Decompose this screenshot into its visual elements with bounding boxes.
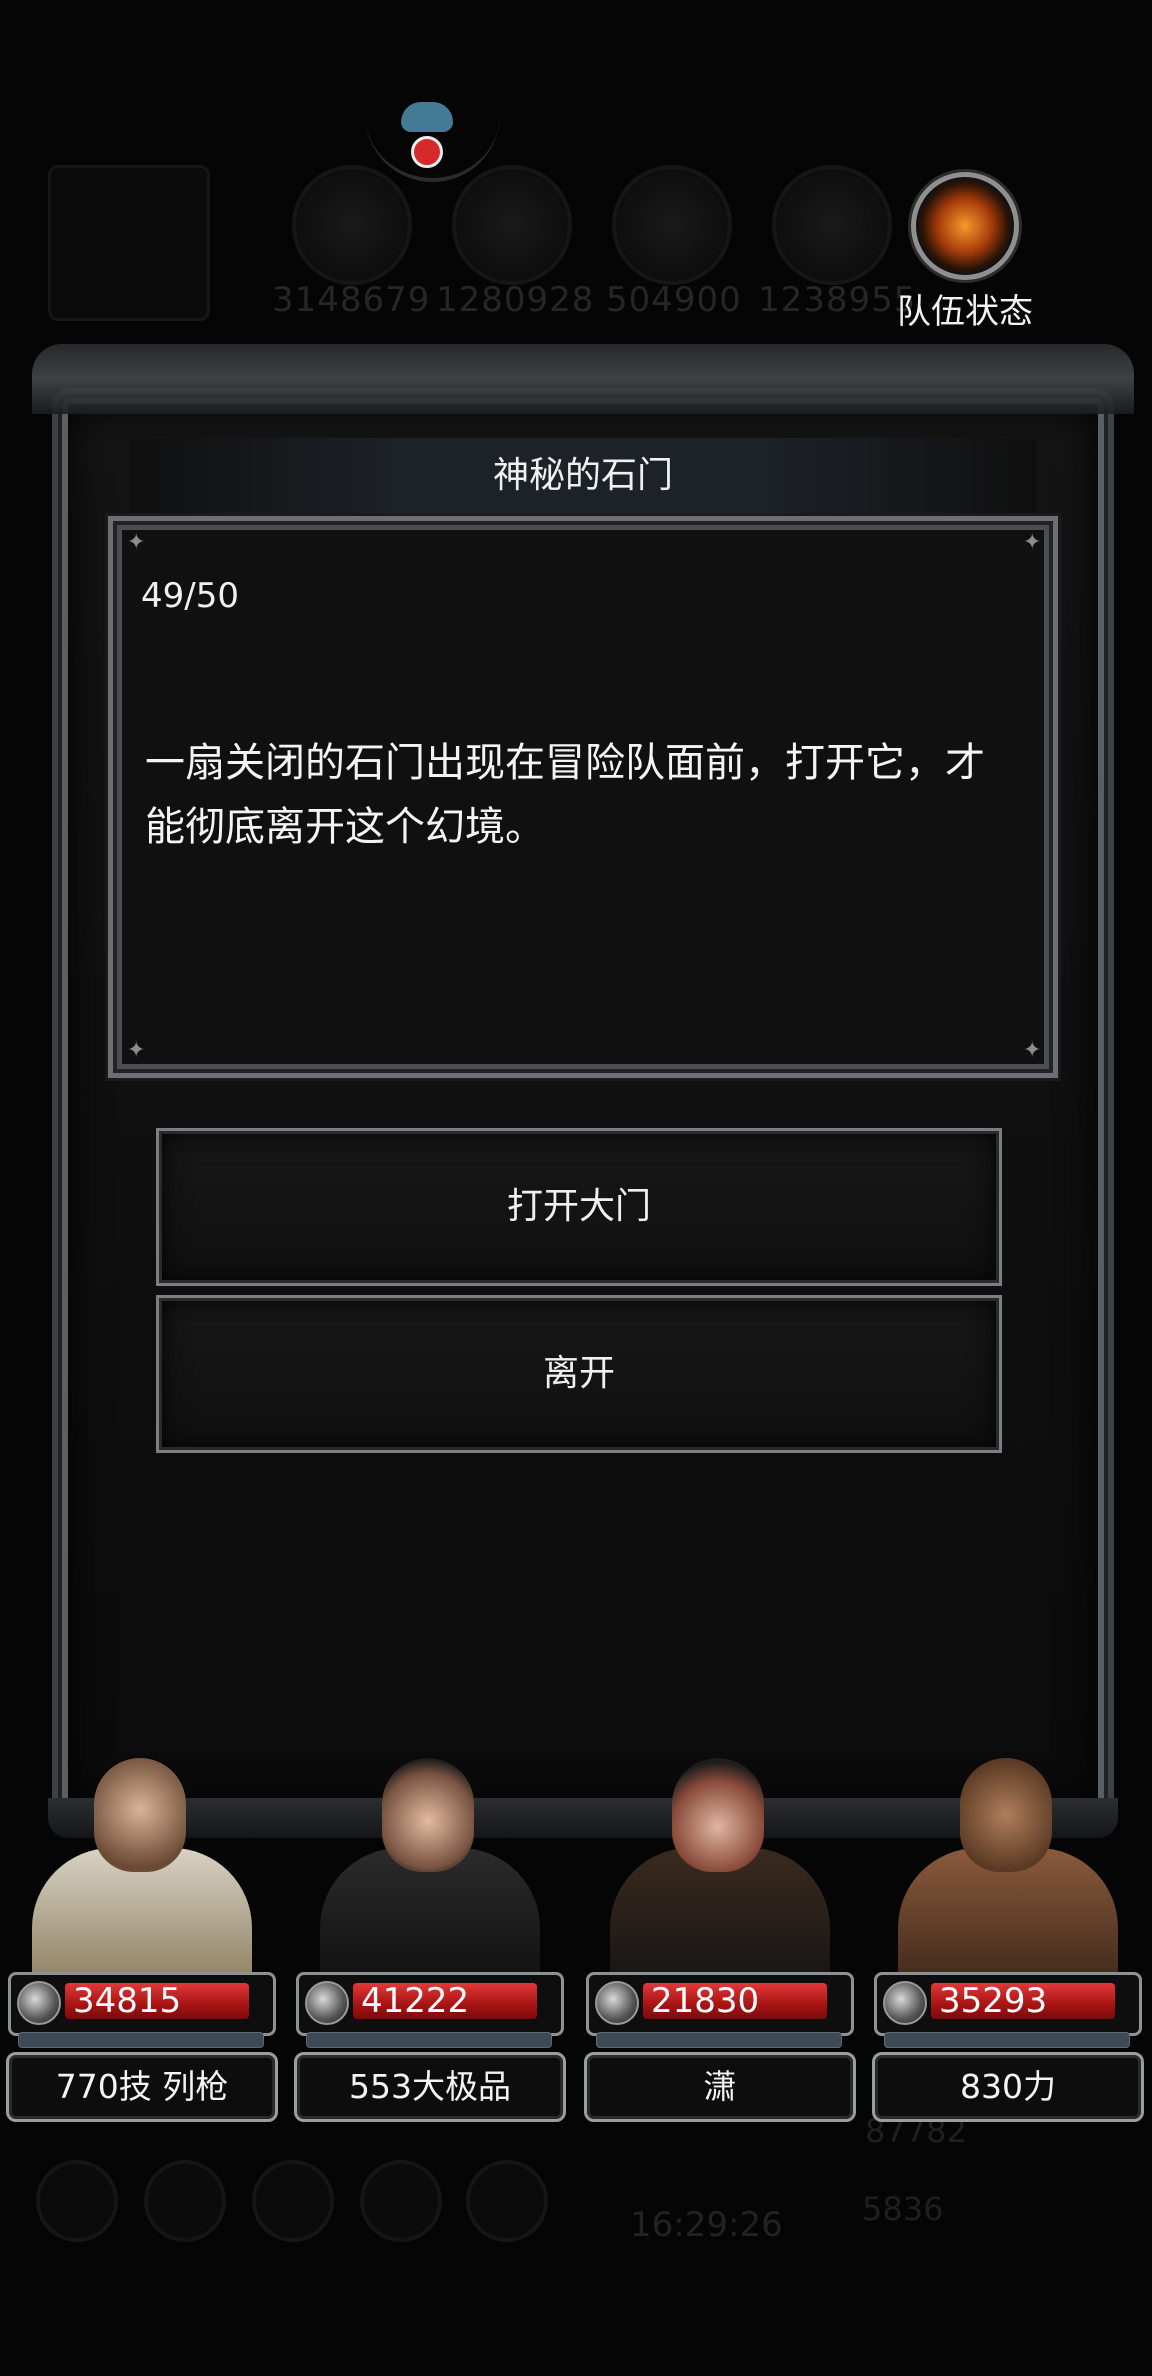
menu-icon <box>252 2160 334 2242</box>
hero-portrait <box>872 1730 1138 1992</box>
corner-ornament-icon: ✦ <box>127 1038 146 1063</box>
energy-bar <box>306 2032 552 2048</box>
energy-bar <box>18 2032 264 2048</box>
team-status-icon <box>911 172 1019 280</box>
open-door-button[interactable]: 打开大门 <box>156 1128 1002 1286</box>
sword-icon <box>17 1981 61 2025</box>
corner-ornament-icon: ✦ <box>1023 530 1042 555</box>
hero-party: 34815 770技 列枪 41222 553大极品 21830 潇 35293… <box>0 1730 1152 2130</box>
player-avatar-frame <box>48 165 210 321</box>
menu-icon <box>36 2160 118 2242</box>
resource-value: 3148679 <box>272 280 431 320</box>
hero-name: 553大极品 <box>294 2052 566 2122</box>
timer: 16:29:26 <box>630 2205 783 2245</box>
leave-button[interactable]: 离开 <box>156 1295 1002 1453</box>
energy-bar <box>596 2032 842 2048</box>
resource-icon <box>292 165 412 285</box>
hp-value: 41222 <box>361 1981 470 2021</box>
hero-portrait <box>584 1730 850 1992</box>
hero-portrait <box>6 1730 272 1992</box>
resource-icon <box>772 165 892 285</box>
dialog-title: 神秘的石门 <box>130 438 1036 514</box>
hero-card[interactable]: 41222 553大极品 <box>288 1730 566 2122</box>
event-description: 一扇关闭的石门出现在冒险队面前，打开它，才能彻底离开这个幻境。 <box>145 740 985 850</box>
team-status-label: 队伍状态 <box>897 292 1033 332</box>
hp-bar: 21830 <box>586 1972 854 2036</box>
notification-dot-icon <box>411 136 443 168</box>
currency-count: 5836 <box>862 2190 944 2228</box>
hp-bar: 35293 <box>874 1972 1142 2036</box>
hp-value: 34815 <box>73 1981 182 2021</box>
resource-icon <box>452 165 572 285</box>
menu-icon <box>466 2160 548 2242</box>
event-progress: 49/50 <box>141 576 239 616</box>
resource-value: 504900 <box>606 280 742 320</box>
hero-portrait <box>294 1730 560 1992</box>
bird-icon <box>401 102 453 132</box>
hp-value: 21830 <box>651 1981 760 2021</box>
hero-card[interactable]: 21830 潇 <box>578 1730 856 2122</box>
corner-ornament-icon: ✦ <box>1023 1038 1042 1063</box>
hp-bar: 34815 <box>8 1972 276 2036</box>
hp-value: 35293 <box>939 1981 1048 2021</box>
corner-ornament-icon: ✦ <box>127 530 146 555</box>
sword-icon <box>305 1981 349 2025</box>
menu-icon <box>360 2160 442 2242</box>
hero-card[interactable]: 35293 830力 <box>866 1730 1144 2122</box>
hero-card[interactable]: 34815 770技 列枪 <box>0 1730 278 2122</box>
hero-name: 潇 <box>584 2052 856 2122</box>
resource-icon <box>612 165 732 285</box>
hero-name: 770技 列枪 <box>6 2052 278 2122</box>
event-dialog: 神秘的石门 ✦ ✦ ✦ ✦ 49/50 一扇关闭的石门出现在冒险队面前，打开它，… <box>32 344 1134 1838</box>
sword-icon <box>883 1981 927 2025</box>
sword-icon <box>595 1981 639 2025</box>
hp-bar: 41222 <box>296 1972 564 2036</box>
team-status-button[interactable]: 队伍状态 <box>890 172 1040 333</box>
resource-value: 1280928 <box>436 280 595 320</box>
hero-name: 830力 <box>872 2052 1144 2122</box>
energy-bar <box>884 2032 1130 2048</box>
event-text-panel: ✦ ✦ ✦ ✦ 49/50 一扇关闭的石门出现在冒险队面前，打开它，才能彻底离开… <box>108 516 1058 1078</box>
menu-icon <box>144 2160 226 2242</box>
pet-icon[interactable] <box>365 88 500 182</box>
